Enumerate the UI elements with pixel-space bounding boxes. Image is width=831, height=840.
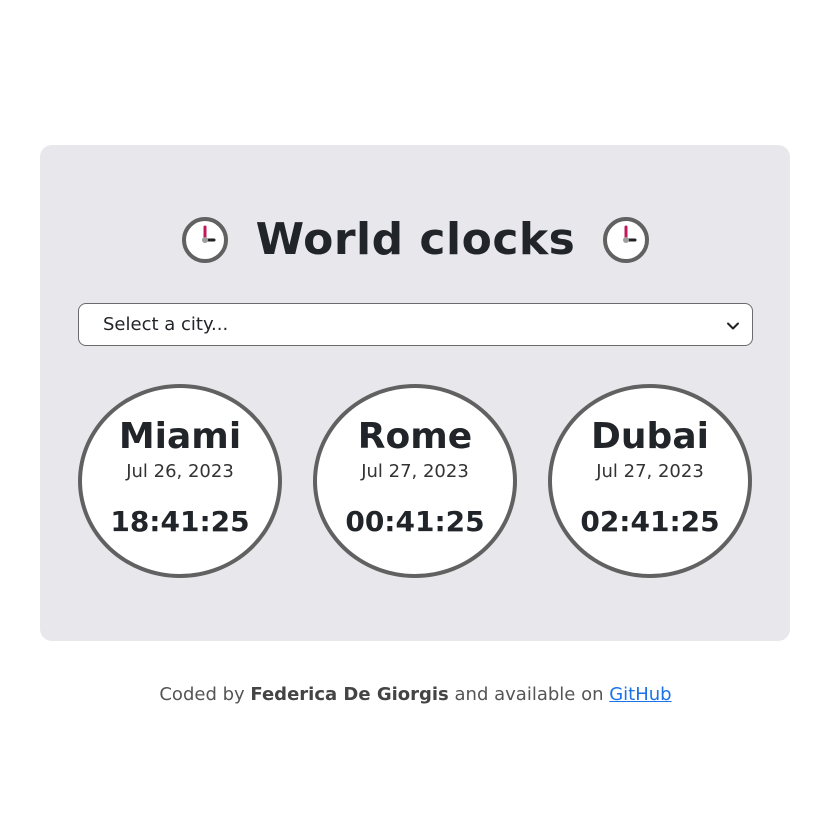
clock-miami: Miami Jul 26, 2023 18:41:25 (78, 384, 282, 578)
page-header: World clocks (0, 208, 831, 272)
chevron-down-icon (726, 318, 740, 332)
clock-city: Rome (357, 416, 473, 457)
clock-date: Jul 26, 2023 (126, 461, 234, 482)
clock-time: 02:41:25 (580, 505, 720, 538)
clock-time: 00:41:25 (345, 505, 485, 538)
clock-rome: Rome Jul 27, 2023 00:41:25 (313, 384, 517, 578)
page-title: World clocks (255, 214, 576, 265)
clock-city: Dubai (591, 416, 709, 457)
clock-city: Miami (118, 416, 242, 457)
clock-icon (180, 215, 230, 265)
footer: Coded by Federica De Giorgis and availab… (0, 682, 831, 708)
footer-middle: and available on (454, 684, 604, 705)
clock-date: Jul 27, 2023 (361, 461, 469, 482)
city-select[interactable]: Select a city... (78, 303, 753, 346)
clock-icon (601, 215, 651, 265)
clock-time: 18:41:25 (110, 505, 250, 538)
footer-prefix: Coded by (159, 684, 245, 705)
github-link[interactable]: GitHub (609, 684, 671, 705)
footer-author: Federica De Giorgis (250, 684, 449, 705)
city-select-value: Select a city... (103, 314, 229, 335)
clock-date: Jul 27, 2023 (596, 461, 704, 482)
clock-dubai: Dubai Jul 27, 2023 02:41:25 (548, 384, 752, 578)
